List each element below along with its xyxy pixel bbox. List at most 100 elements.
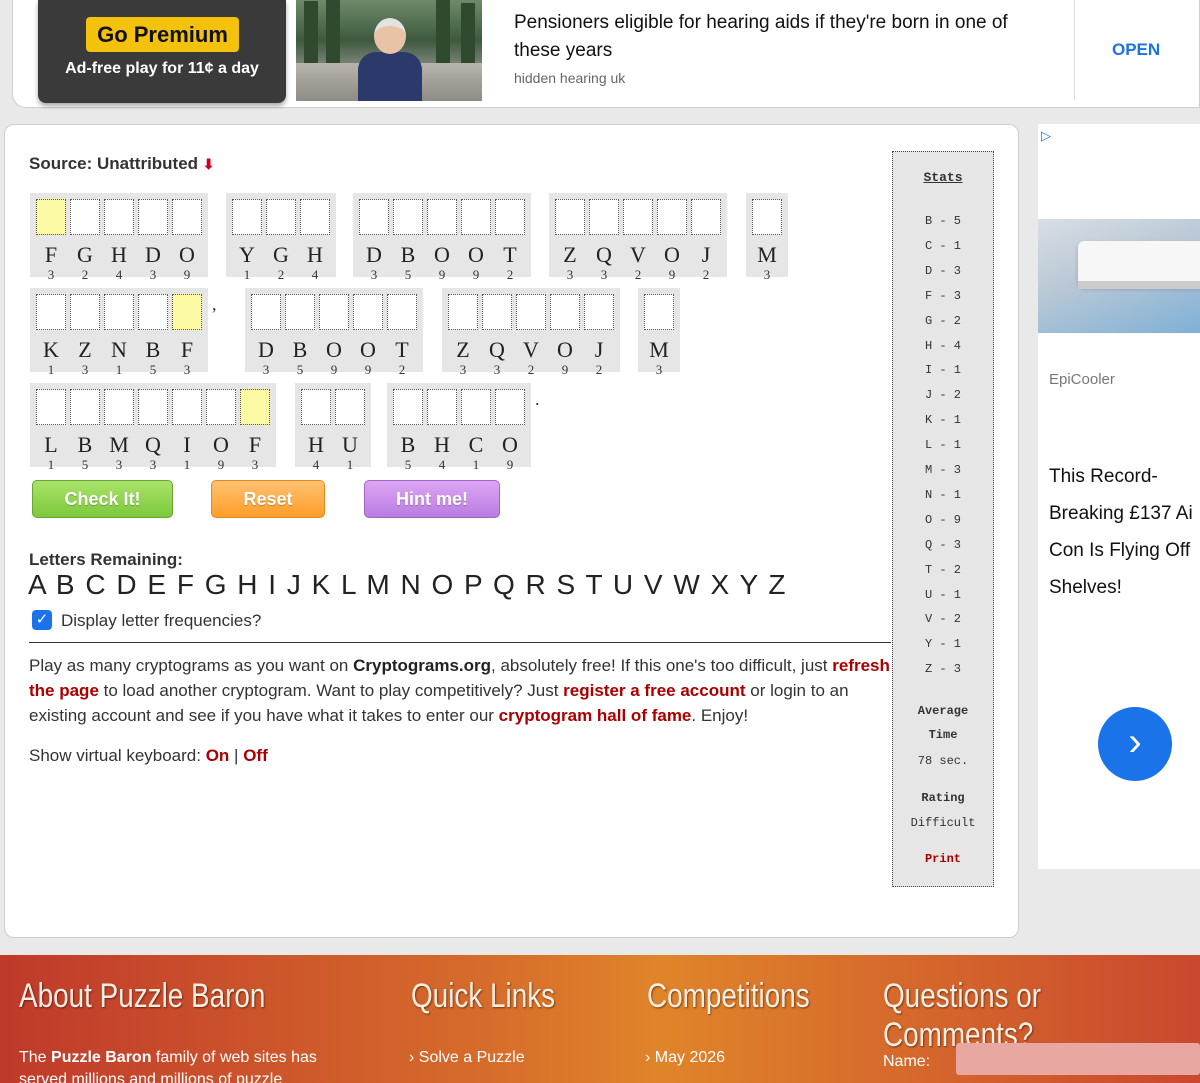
letter-input[interactable]	[104, 389, 134, 425]
vk-off-link[interactable]: Off	[243, 746, 268, 765]
letter-frequency: 9	[506, 457, 514, 472]
letter-input[interactable]	[319, 294, 349, 330]
stats-row: H - 4	[924, 338, 961, 353]
letter-input[interactable]	[387, 294, 417, 330]
letter-input[interactable]	[495, 389, 525, 425]
cipher-letter: H	[111, 242, 127, 267]
cipher-cell: O9	[170, 197, 204, 282]
letter-input[interactable]	[623, 199, 653, 235]
letter-input[interactable]	[691, 199, 721, 235]
letter-frequency: 9	[438, 267, 446, 282]
letter-input[interactable]	[206, 389, 236, 425]
may-competition-link[interactable]: › May 2026	[645, 1047, 725, 1069]
puzzle-source[interactable]: Source: Unattributed ⬇	[29, 154, 215, 174]
stats-row: D - 3	[924, 263, 961, 278]
letter-input[interactable]	[495, 199, 525, 235]
letter-input[interactable]	[70, 199, 100, 235]
letter-input[interactable]	[448, 294, 478, 330]
ad-image[interactable]	[1038, 219, 1200, 333]
letter-input[interactable]	[104, 294, 134, 330]
cipher-letter: F	[180, 337, 194, 362]
chevron-right-icon[interactable]: ›	[1098, 707, 1172, 781]
letter-input[interactable]	[427, 389, 457, 425]
adchoices-icon[interactable]: ▷	[1041, 128, 1051, 144]
letter-input[interactable]	[266, 199, 296, 235]
letter-input[interactable]	[172, 294, 202, 330]
letter-input[interactable]	[240, 389, 270, 425]
cipher-word-cells: Z3Q3V2O9J2	[553, 197, 723, 282]
cipher-cell: H4	[102, 197, 136, 282]
ad-headline-right[interactable]: This Record- Breaking £137 Ai Con Is Fly…	[1049, 458, 1200, 606]
letter-input[interactable]	[104, 199, 134, 235]
letter-input[interactable]	[335, 389, 365, 425]
cipher-letter: B	[145, 337, 161, 362]
letter-input[interactable]	[752, 199, 782, 235]
letter-input[interactable]	[285, 294, 315, 330]
letter-input[interactable]	[138, 199, 168, 235]
letter-input[interactable]	[70, 294, 100, 330]
name-input[interactable]	[956, 1043, 1200, 1075]
ad-photo[interactable]	[296, 0, 482, 101]
letter-input[interactable]	[555, 199, 585, 235]
cipher-word: D3B5O9O9T2	[353, 193, 531, 282]
letter-input[interactable]	[461, 389, 491, 425]
solve-puzzle-link[interactable]: › Solve a Puzzle	[409, 1047, 525, 1069]
reset-button[interactable]: Reset	[211, 480, 325, 518]
letter-input[interactable]	[36, 389, 66, 425]
cipher-cell: O9	[493, 387, 527, 472]
letter-input[interactable]	[300, 199, 330, 235]
cipher-letter: Z	[563, 242, 577, 267]
letter-input[interactable]	[138, 389, 168, 425]
right-ad[interactable]: ▷ EpiCooler This Record- Breaking £137 A…	[1038, 124, 1200, 869]
cipher-letter: Q	[489, 337, 505, 362]
letter-input[interactable]	[36, 294, 66, 330]
letter-input[interactable]	[644, 294, 674, 330]
go-premium-button[interactable]: Go Premium	[86, 17, 239, 52]
letter-frequency: 2	[527, 362, 535, 377]
register-link[interactable]: register a free account	[563, 681, 745, 700]
letter-frequency: 3	[81, 362, 89, 377]
letter-input[interactable]	[516, 294, 546, 330]
go-premium-panel[interactable]: Go Premium Ad-free play for 11¢ a day	[38, 0, 286, 103]
info-text: , absolutely free! If this one's too dif…	[491, 656, 833, 675]
down-arrow-icon[interactable]: ⬇	[203, 156, 215, 172]
vk-on-link[interactable]: On	[206, 746, 230, 765]
letter-input[interactable]	[172, 199, 202, 235]
letter-input[interactable]	[482, 294, 512, 330]
letter-input[interactable]	[393, 199, 423, 235]
cipher-letter: V	[523, 337, 539, 362]
letter-input[interactable]	[393, 389, 423, 425]
letter-frequency: 3	[493, 362, 501, 377]
letter-input[interactable]	[36, 199, 66, 235]
hall-of-fame-link[interactable]: cryptogram hall of fame	[499, 706, 692, 725]
letter-input[interactable]	[584, 294, 614, 330]
letter-input[interactable]	[657, 199, 687, 235]
cipher-cell: Q3	[136, 387, 170, 472]
cipher-letter: Z	[78, 337, 92, 362]
hint-button[interactable]: Hint me!	[364, 480, 500, 518]
letter-input[interactable]	[70, 389, 100, 425]
letter-input[interactable]	[301, 389, 331, 425]
letter-input[interactable]	[138, 294, 168, 330]
letter-input[interactable]	[359, 199, 389, 235]
display-frequencies-label[interactable]: Display letter frequencies?	[61, 611, 261, 631]
cipher-cell: V2	[514, 292, 548, 377]
letter-input[interactable]	[427, 199, 457, 235]
print-link[interactable]: Print	[893, 852, 993, 866]
letter-input[interactable]	[251, 294, 281, 330]
letter-input[interactable]	[589, 199, 619, 235]
ad-headline[interactable]: Pensioners eligible for hearing aids if …	[514, 9, 1034, 65]
cipher-cell: O9	[548, 292, 582, 377]
letter-input[interactable]	[550, 294, 580, 330]
letter-input[interactable]	[461, 199, 491, 235]
letter-frequency: 1	[243, 267, 251, 282]
letter-input[interactable]	[232, 199, 262, 235]
display-frequencies-checkbox[interactable]: ✓	[32, 610, 52, 630]
cipher-cell: O9	[459, 197, 493, 282]
letter-input[interactable]	[172, 389, 202, 425]
letter-input[interactable]	[353, 294, 383, 330]
ad-open-button[interactable]: OPEN	[1112, 40, 1160, 60]
stats-row: I - 1	[924, 363, 961, 378]
check-it-button[interactable]: Check It!	[32, 480, 173, 518]
divider	[29, 642, 891, 643]
